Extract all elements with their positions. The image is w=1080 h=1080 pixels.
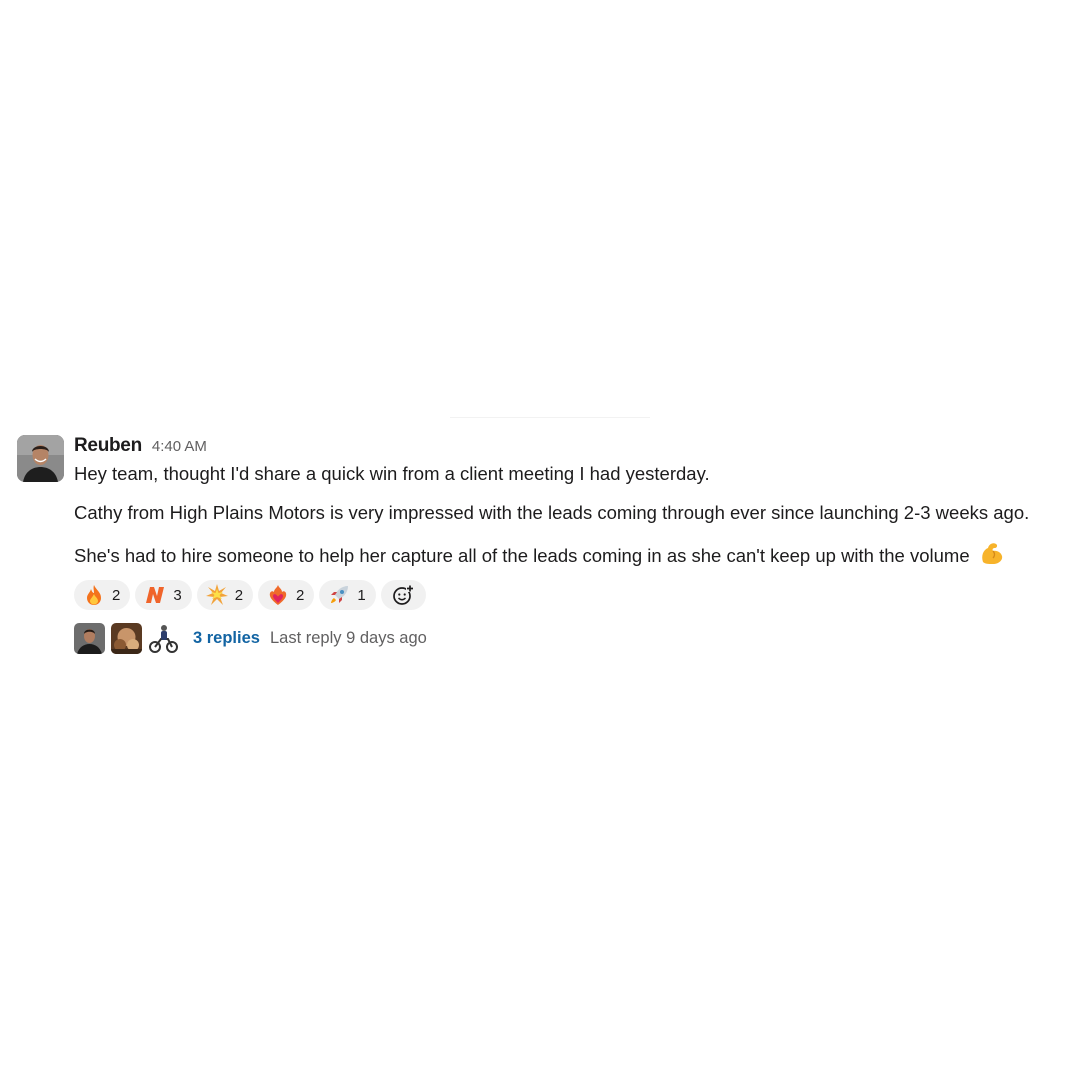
message-header: Reuben 4:40 AM bbox=[74, 435, 1077, 459]
heart-on-fire-icon bbox=[267, 584, 289, 606]
reaction-pill[interactable]: 2 bbox=[196, 580, 254, 610]
reply-avatar bbox=[74, 622, 105, 654]
message-content: Reuben 4:40 AM Hey team, thought I'd sha… bbox=[74, 435, 1077, 654]
message-line: She's had to hire someone to help her ca… bbox=[74, 540, 1077, 572]
message-text: Cathy from High Plains Motors is very im… bbox=[74, 502, 1030, 523]
reaction-count: 1 bbox=[357, 586, 366, 604]
reply-avatar bbox=[111, 622, 142, 654]
reaction-count: 2 bbox=[296, 586, 305, 604]
reaction-count: 2 bbox=[112, 586, 121, 604]
n-logo-icon bbox=[144, 584, 166, 606]
reaction-pill[interactable]: 2 bbox=[74, 580, 131, 610]
collision-icon bbox=[205, 584, 228, 606]
flexed-biceps-icon bbox=[979, 540, 1005, 572]
reactions-bar: 2 3 2 2 1 bbox=[74, 580, 1077, 610]
reply-avatar bbox=[148, 622, 179, 654]
message-line: Cathy from High Plains Motors is very im… bbox=[74, 501, 1077, 525]
message-text: She's had to hire someone to help her ca… bbox=[74, 545, 970, 566]
message-line: Hey team, thought I'd share a quick win … bbox=[74, 462, 1077, 486]
reaction-count: 2 bbox=[234, 586, 244, 604]
reaction-pill[interactable]: 1 bbox=[319, 580, 376, 610]
timestamp[interactable]: 4:40 AM bbox=[152, 438, 207, 455]
reaction-pill[interactable]: 3 bbox=[135, 580, 192, 610]
last-reply-text: Last reply 9 days ago bbox=[269, 628, 427, 647]
fire-icon bbox=[83, 584, 105, 606]
reaction-count: 3 bbox=[173, 586, 182, 604]
rocket-icon bbox=[328, 584, 350, 606]
add-reaction-button[interactable] bbox=[380, 580, 426, 610]
message-text: Hey team, thought I'd share a quick win … bbox=[74, 463, 710, 484]
divider bbox=[450, 417, 650, 418]
avatar[interactable] bbox=[17, 435, 64, 482]
add-emoji-icon bbox=[392, 584, 415, 606]
thread-summary[interactable]: 3 replies Last reply 9 days ago bbox=[74, 622, 1077, 654]
replies-link[interactable]: 3 replies bbox=[193, 629, 260, 648]
reaction-pill[interactable]: 2 bbox=[258, 580, 315, 610]
author-name[interactable]: Reuben bbox=[74, 435, 142, 457]
